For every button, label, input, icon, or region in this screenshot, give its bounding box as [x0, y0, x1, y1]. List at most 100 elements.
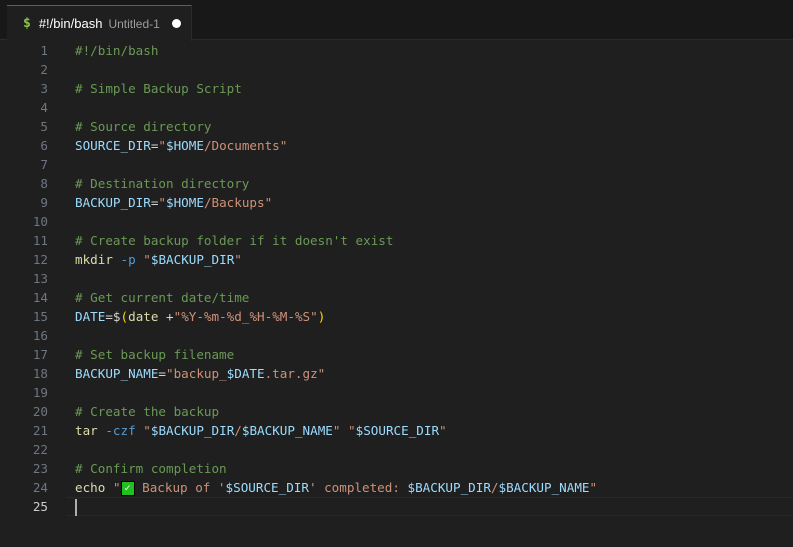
code-editor[interactable]: 1 #!/bin/bash 2 3 # Simple Backup Script 4 5 # …: [0, 41, 793, 516]
tab-title: #!/bin/bash: [38, 16, 103, 31]
token-var: $BACKUP_DIR: [407, 480, 491, 495]
code-line[interactable]: 9 BACKUP_DIR="$HOME/Backups": [0, 193, 793, 212]
token-comment: # Create the backup: [75, 404, 220, 419]
line-code: #!/bin/bash: [75, 41, 158, 60]
code-line[interactable]: 10: [0, 212, 793, 231]
line-code: # Simple Backup Script: [75, 79, 242, 98]
code-line[interactable]: 3 # Simple Backup Script: [0, 79, 793, 98]
code-line[interactable]: 22: [0, 440, 793, 459]
line-number: 15: [32, 309, 48, 324]
text-cursor: [75, 499, 77, 516]
token-str: ' completed:: [308, 480, 408, 495]
line-code: # Confirm completion: [75, 459, 227, 478]
line-code: echo " ✓ Backup of '$SOURCE_DIR' complete…: [75, 478, 597, 497]
line-code: [75, 497, 77, 516]
line-number: 8: [40, 176, 48, 191]
code-line[interactable]: 12 mkdir -p "$BACKUP_DIR": [0, 250, 793, 269]
line-number: 17: [32, 347, 48, 362]
line-code: tar -czf "$BACKUP_DIR/$BACKUP_NAME" "$SO…: [75, 421, 447, 440]
token-var: $BACKUP_DIR: [150, 252, 235, 267]
line-number: 20: [32, 404, 48, 419]
line-number: 21: [32, 423, 48, 438]
code-line[interactable]: 23 # Confirm completion: [0, 459, 793, 478]
token-str: /Documents": [203, 138, 288, 153]
code-line[interactable]: 18 BACKUP_NAME="backup_$DATE.tar.gz": [0, 364, 793, 383]
line-number: 9: [40, 195, 48, 210]
token-str: ": [158, 138, 167, 153]
code-line[interactable]: 14 # Get current date/time: [0, 288, 793, 307]
code-line[interactable]: 13: [0, 269, 793, 288]
token-cmd: echo: [75, 480, 106, 495]
code-line[interactable]: 21 tar -czf "$BACKUP_DIR/$BACKUP_NAME" "$…: [0, 421, 793, 440]
code-line[interactable]: 17 # Set backup filename: [0, 345, 793, 364]
code-line[interactable]: 16: [0, 326, 793, 345]
code-line[interactable]: 1 #!/bin/bash: [0, 41, 793, 60]
check-mark-emoji-icon: ✓: [120, 481, 135, 496]
line-number: 24: [32, 480, 48, 495]
code-line[interactable]: 5 # Source directory: [0, 117, 793, 136]
code-line[interactable]: 2: [0, 60, 793, 79]
line-number: 14: [32, 290, 48, 305]
line-number: 6: [40, 138, 48, 153]
token-str: /: [234, 423, 242, 438]
code-line[interactable]: 25: [0, 497, 793, 516]
token-str: ": [589, 480, 598, 495]
token-str: ": [234, 252, 242, 267]
token-var: BACKUP_NAME: [75, 366, 159, 381]
token-str: "%Y-%m-%d_%H-%M-%S": [173, 309, 318, 324]
code-line[interactable]: 8 # Destination directory: [0, 174, 793, 193]
token-str: /: [490, 480, 499, 495]
token-op: [113, 252, 121, 267]
token-var: $BACKUP_NAME: [498, 480, 590, 495]
code-line[interactable]: 6 SOURCE_DIR="$HOME/Documents": [0, 136, 793, 155]
tab-description: Untitled-1: [108, 16, 160, 31]
token-op: =$: [105, 309, 121, 324]
token-str: Backup of ': [134, 480, 226, 495]
token-str: " ": [332, 423, 356, 438]
line-number: 1: [40, 43, 48, 58]
token-cmd: date: [128, 309, 159, 324]
line-number: 4: [40, 100, 48, 115]
code-line[interactable]: 11 # Create backup folder if it doesn't e…: [0, 231, 793, 250]
line-number: 25: [32, 499, 48, 514]
token-op: =: [158, 366, 166, 381]
token-var: $HOME: [166, 195, 204, 210]
token-paren: ): [317, 309, 326, 324]
token-comment: #!/bin/bash: [75, 43, 159, 58]
tab-untitled-1[interactable]: $ #!/bin/bash Untitled-1: [7, 5, 192, 41]
code-line[interactable]: 20 # Create the backup: [0, 402, 793, 421]
token-opt: -czf: [105, 423, 136, 438]
token-comment: # Simple Backup Script: [75, 81, 242, 96]
token-var: $DATE: [226, 366, 265, 381]
token-op: +: [158, 309, 174, 324]
unsaved-dot-icon[interactable]: [171, 19, 181, 28]
line-code: mkdir -p "$BACKUP_DIR": [75, 250, 242, 269]
line-code: # Create backup folder if it doesn't exi…: [75, 231, 393, 250]
line-number: 3: [40, 81, 48, 96]
code-line[interactable]: 7: [0, 155, 793, 174]
token-comment: # Create backup folder if it doesn't exi…: [75, 233, 394, 248]
token-comment: # Set backup filename: [75, 347, 235, 362]
line-number: 12: [32, 252, 48, 267]
line-code: DATE=$(date +"%Y-%m-%d_%H-%M-%S"): [75, 307, 325, 326]
code-line[interactable]: 24 echo " ✓ Backup of '$SOURCE_DIR' comple…: [0, 478, 793, 497]
token-str: ": [112, 480, 121, 495]
token-var: DATE: [75, 309, 106, 324]
line-number: 10: [32, 214, 48, 229]
line-number: 7: [40, 157, 48, 172]
code-line[interactable]: 4: [0, 98, 793, 117]
line-number: 11: [32, 233, 48, 248]
code-line[interactable]: 19: [0, 383, 793, 402]
line-code: BACKUP_NAME="backup_$DATE.tar.gz": [75, 364, 325, 383]
token-comment: # Destination directory: [75, 176, 250, 191]
line-code: SOURCE_DIR="$HOME/Documents": [75, 136, 287, 155]
code-line[interactable]: 15 DATE=$(date +"%Y-%m-%d_%H-%M-%S"): [0, 307, 793, 326]
line-number: 23: [32, 461, 48, 476]
token-str: ": [143, 423, 151, 438]
line-code: # Get current date/time: [75, 288, 249, 307]
token-str: "backup_: [166, 366, 227, 381]
token-var: $HOME: [166, 138, 204, 153]
line-number: 19: [32, 385, 48, 400]
token-str: /Backups": [203, 195, 273, 210]
token-var: $BACKUP_DIR: [150, 423, 235, 438]
